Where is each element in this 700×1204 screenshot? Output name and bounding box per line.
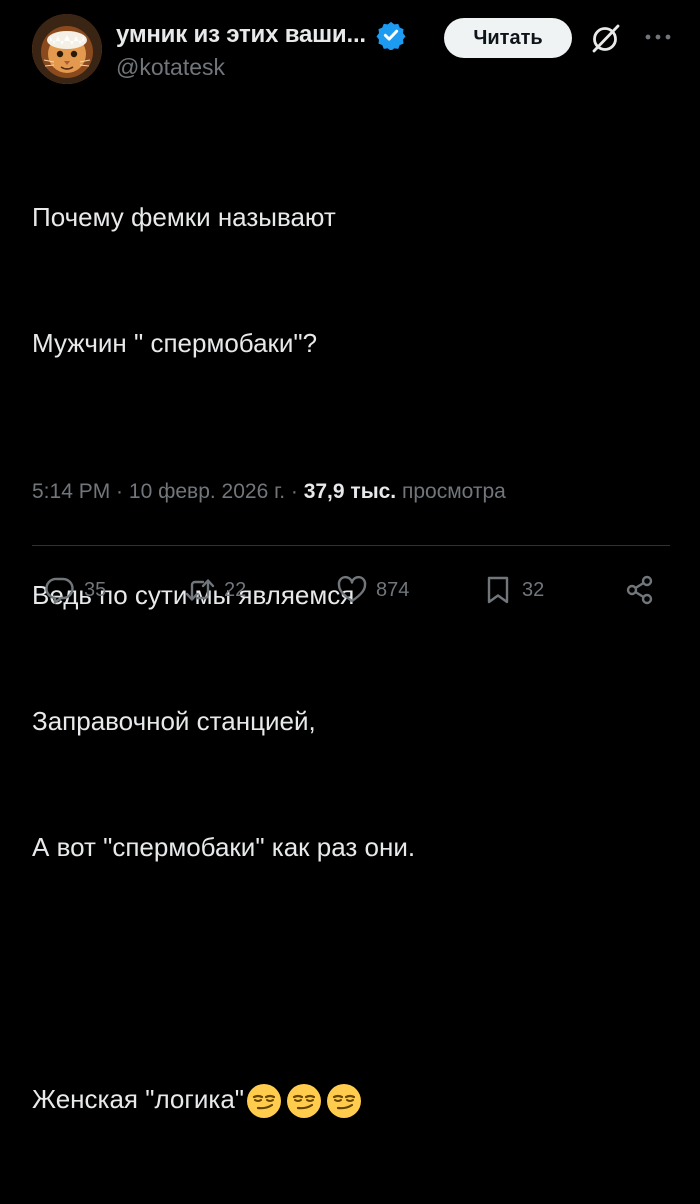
- reply-icon: [45, 577, 74, 604]
- share-icon: [626, 575, 653, 605]
- like-button[interactable]: 874: [336, 566, 409, 614]
- action-bar: 35 22 874 32: [0, 566, 700, 614]
- meta-separator: ·: [285, 480, 304, 503]
- reply-button[interactable]: 35: [44, 566, 106, 614]
- follow-button[interactable]: Читать: [444, 18, 572, 58]
- tweet-line-last: Женская "логика": [32, 1078, 672, 1120]
- author-block: умник из этих ваши... @kotatesk: [116, 18, 406, 81]
- tweet-line: Заправочной станцией,: [32, 706, 316, 736]
- views-count[interactable]: 37,9 тыс.: [304, 480, 396, 503]
- tweet-line: Почему фемки называют: [32, 202, 336, 232]
- bookmark-button[interactable]: 32: [482, 566, 544, 614]
- smirking-face-icon: [326, 1083, 362, 1119]
- tweet-time[interactable]: 5:14 PM: [32, 480, 110, 503]
- lion-cat-avatar-icon: [32, 14, 102, 84]
- avatar[interactable]: [32, 14, 102, 84]
- tweet-line: Мужчин " спермобаки"?: [32, 328, 318, 358]
- repost-icon: [185, 579, 215, 601]
- share-button[interactable]: [624, 566, 656, 614]
- tweet-text: Почему фемки называют Мужчин " спермобак…: [32, 112, 672, 1204]
- more-icon[interactable]: [640, 22, 676, 52]
- divider: [32, 545, 670, 546]
- tweet-meta: 5:14 PM · 10 февр. 2026 г. · 37,9 тыс. п…: [32, 480, 506, 504]
- like-count: 874: [376, 578, 410, 601]
- tweet-date[interactable]: 10 февр. 2026 г.: [129, 480, 285, 503]
- author-name-row: умник из этих ваши...: [116, 18, 406, 52]
- smirking-face-icon: [286, 1083, 322, 1119]
- tweet: умник из этих ваши... @kotatesk Читать П…: [0, 0, 700, 1119]
- repost-button[interactable]: 22: [184, 566, 246, 614]
- grok-icon[interactable]: [588, 20, 624, 56]
- bookmark-icon: [487, 576, 509, 604]
- bookmark-count: 32: [522, 578, 545, 601]
- heart-icon: [337, 575, 367, 603]
- meta-separator: ·: [110, 480, 129, 503]
- author-display-name[interactable]: умник из этих ваши...: [116, 21, 366, 49]
- verified-badge-icon[interactable]: [376, 20, 406, 50]
- repost-count: 22: [224, 578, 247, 601]
- tweet-line: Женская "логика": [32, 1084, 245, 1114]
- emoji-row: [246, 1083, 366, 1119]
- smirking-face-icon: [246, 1083, 282, 1119]
- tweet-line: А вот "спермобаки" как раз они.: [32, 832, 416, 862]
- views-label: просмотра: [396, 480, 506, 503]
- author-handle[interactable]: @kotatesk: [116, 54, 406, 81]
- reply-count: 35: [84, 578, 107, 601]
